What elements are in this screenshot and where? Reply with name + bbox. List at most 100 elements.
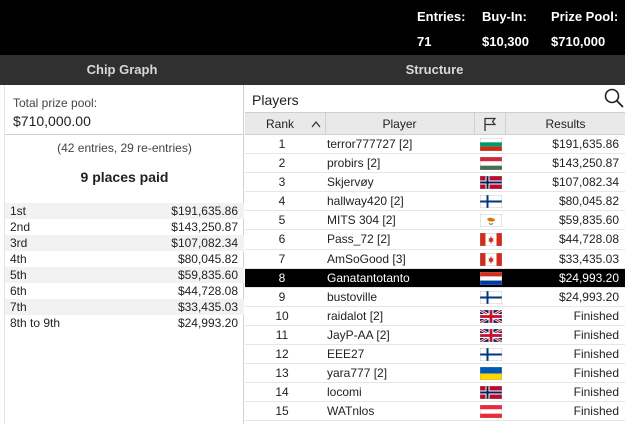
player-row[interactable]: 15 WATnlos Finished: [245, 402, 625, 422]
player-row[interactable]: 2 probirs [2] $143,250.87: [245, 154, 625, 174]
player-rank: 2: [278, 156, 286, 171]
payout-amount: $80,045.82: [177, 252, 238, 266]
cyprus-flag-icon: [480, 214, 502, 228]
finland-flag-icon: [480, 290, 502, 304]
payout-place: 6th: [10, 284, 27, 298]
payout-amount: $107,082.34: [171, 236, 238, 250]
player-result: Finished: [573, 404, 619, 419]
payout-place: 7th: [10, 300, 27, 314]
payout-amount: $59,835.60: [177, 268, 238, 282]
player-row[interactable]: 5 MITS 304 [2] $59,835.60: [245, 211, 625, 231]
payout-row: 3rd $107,082.34: [5, 235, 244, 251]
tab-chip-graph[interactable]: Chip Graph: [0, 55, 244, 85]
player-name: WATnlos: [327, 404, 375, 419]
player-result: $80,045.82: [558, 194, 619, 209]
payout-place: 2nd: [10, 220, 31, 234]
total-prize-pool-value: $710,000.00: [13, 113, 91, 129]
player-name: hallway420 [2]: [327, 194, 404, 209]
places-paid: 9 places paid: [80, 169, 169, 185]
player-result: Finished: [573, 308, 619, 323]
player-name: Skjervøy: [327, 175, 374, 190]
ukraine-flag-icon: [480, 367, 502, 381]
tab-structure[interactable]: Structure: [244, 55, 625, 85]
player-row[interactable]: 3 Skjervøy $107,082.34: [245, 173, 625, 193]
player-row[interactable]: 4 hallway420 [2] $80,045.82: [245, 192, 625, 212]
player-rank: 4: [278, 194, 286, 209]
column-results[interactable]: Results: [505, 113, 625, 135]
player-rank: 5: [278, 213, 286, 228]
finland-flag-icon: [480, 195, 502, 209]
flag-column-icon[interactable]: [474, 113, 505, 135]
player-result: $59,835.60: [558, 213, 619, 228]
player-row[interactable]: 1 terror777727 [2] $191,635.86: [245, 135, 625, 155]
player-rank: 3: [278, 175, 286, 190]
player-row-selected[interactable]: 8 Ganatantotanto $24,993.20: [245, 268, 625, 288]
finland-flag-icon: [480, 348, 502, 362]
player-rank: 8: [278, 270, 286, 285]
player-name: yara777 [2]: [327, 366, 388, 381]
player-rank: 6: [278, 232, 286, 247]
sort-ascending-icon[interactable]: [309, 113, 323, 135]
austria-flag-icon: [480, 405, 502, 419]
buyin-value: $10,300: [482, 34, 529, 49]
player-result: $143,250.87: [552, 156, 619, 171]
bulgaria-flag-icon: [480, 138, 502, 151]
payout-list: 1st $191,635.86 2nd $143,250.87 3rd $107,082.…: [5, 203, 244, 331]
payout-place: 3rd: [10, 236, 28, 250]
payout-place: 4th: [10, 252, 27, 266]
player-rank: 12: [275, 347, 289, 362]
player-result: Finished: [573, 327, 619, 342]
payout-row: 2nd $143,250.87: [5, 219, 244, 235]
tab-bar: Chip Graph Structure: [0, 55, 625, 85]
player-row[interactable]: 14 locomi Finished: [245, 383, 625, 403]
column-player[interactable]: Player: [325, 113, 473, 135]
prize-pool-value: $710,000: [551, 34, 606, 49]
player-name: AmSoGood [3]: [327, 251, 406, 266]
united-kingdom-flag-icon: [480, 309, 502, 323]
player-name: JayP-AA [2]: [327, 327, 390, 342]
player-rank: 7: [278, 251, 286, 266]
player-name: Pass_72 [2]: [327, 232, 391, 247]
player-row[interactable]: 7 AmSoGood [3] $33,435.03: [245, 250, 625, 269]
total-prize-pool-box: Total prize pool: $710,000.00: [5, 85, 244, 135]
player-row[interactable]: 6 Pass_72 [2] $44,728.08: [245, 230, 625, 250]
player-name: bustoville: [327, 289, 378, 304]
column-rank[interactable]: Rank: [245, 113, 315, 135]
player-result: Finished: [573, 385, 619, 400]
entries-label: Entries:: [417, 9, 466, 24]
norway-flag-icon: [480, 386, 502, 400]
player-result: $107,082.34: [552, 175, 619, 190]
payout-row: 4th $80,045.82: [5, 251, 244, 267]
payout-row: 8th to 9th $24,993.20: [5, 315, 244, 331]
payout-place: 8th to 9th: [10, 316, 61, 330]
player-result: Finished: [573, 347, 619, 362]
paraguay-flag-icon: [480, 271, 502, 285]
players-title: Players: [252, 92, 299, 108]
player-row[interactable]: 9 bustoville $24,993.20: [245, 288, 625, 307]
players-list: 1 terror777727 [2] $191,635.86 2 probirs [2]…: [245, 135, 625, 422]
payout-place: 1st: [10, 204, 27, 218]
player-name: raidalot [2]: [327, 308, 384, 323]
buyin-label: Buy-In:: [482, 9, 527, 24]
canada-flag-icon: [480, 233, 502, 247]
player-row[interactable]: 13 yara777 [2] Finished: [245, 364, 625, 384]
player-rank: 14: [275, 385, 289, 400]
payout-amount: $191,635.86: [171, 204, 238, 218]
player-name: MITS 304 [2]: [327, 213, 396, 228]
payout-amount: $143,250.87: [171, 220, 238, 234]
search-icon[interactable]: [603, 87, 625, 109]
players-header: Players: [245, 85, 625, 113]
player-row[interactable]: 11 JayP-AA [2] Finished: [245, 326, 625, 346]
payout-row: 1st $191,635.86: [5, 203, 244, 219]
norway-flag-icon: [480, 176, 502, 190]
payout-row: 6th $44,728.08: [5, 283, 244, 299]
player-rank: 13: [275, 366, 289, 381]
player-result: $191,635.86: [552, 137, 619, 151]
player-row[interactable]: 10 raidalot [2] Finished: [245, 307, 625, 326]
player-name: EEE27: [327, 347, 365, 362]
player-rank: 1: [278, 137, 286, 151]
player-rank: 11: [275, 327, 289, 342]
player-rank: 10: [275, 308, 289, 323]
players-column-header: Rank Player Results: [245, 113, 625, 135]
player-row[interactable]: 12 EEE27 Finished: [245, 345, 625, 365]
